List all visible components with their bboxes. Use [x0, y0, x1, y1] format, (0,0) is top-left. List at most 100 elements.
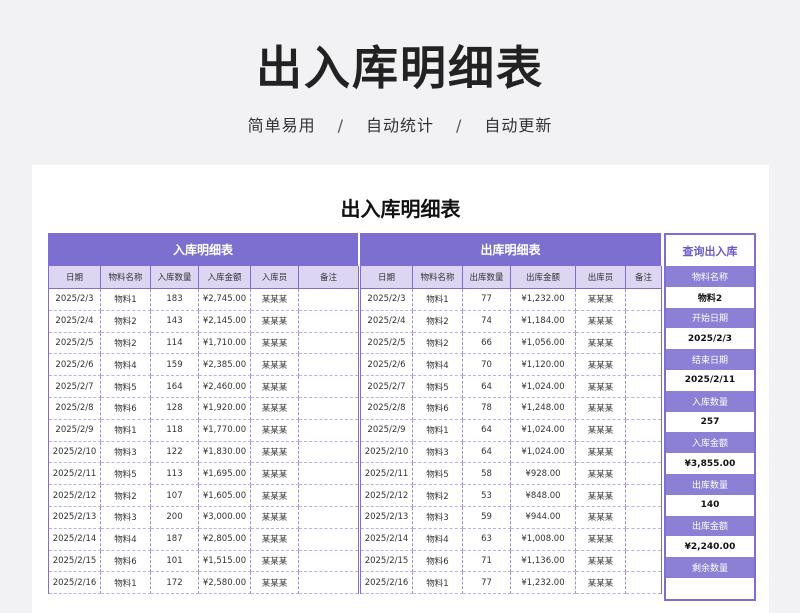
table-cell[interactable]: ¥2,745.00: [198, 288, 251, 311]
table-cell[interactable]: 2025/2/4: [360, 310, 413, 333]
table-cell[interactable]: ¥1,184.00: [510, 310, 576, 333]
table-cell[interactable]: 2025/2/12: [360, 484, 413, 507]
table-cell[interactable]: 某某某: [250, 353, 299, 377]
query-value[interactable]: 2025/2/3: [666, 328, 754, 350]
table-cell[interactable]: 某某某: [250, 310, 299, 333]
table-cell[interactable]: 物料6: [100, 397, 151, 420]
table-cell[interactable]: 2025/2/14: [360, 528, 413, 551]
table-cell[interactable]: [298, 571, 359, 595]
table-cell[interactable]: 2025/2/13: [360, 506, 413, 529]
table-cell[interactable]: 64: [462, 441, 511, 464]
table-cell[interactable]: 77: [462, 288, 511, 311]
table-cell[interactable]: 物料3: [412, 441, 463, 464]
table-cell[interactable]: 2025/2/16: [360, 571, 413, 595]
table-cell[interactable]: 物料5: [412, 375, 463, 398]
table-cell[interactable]: 2025/2/16: [48, 571, 101, 595]
table-cell[interactable]: ¥1,136.00: [510, 550, 576, 573]
table-cell[interactable]: ¥2,805.00: [198, 528, 251, 551]
table-cell[interactable]: [298, 419, 359, 442]
table-cell[interactable]: 2025/2/7: [360, 375, 413, 398]
table-cell[interactable]: 58: [462, 462, 511, 486]
table-cell[interactable]: 某某某: [250, 506, 299, 529]
table-cell[interactable]: ¥1,056.00: [510, 332, 576, 355]
table-cell[interactable]: 2025/2/10: [48, 441, 101, 464]
table-cell[interactable]: 114: [150, 332, 199, 355]
table-cell[interactable]: [298, 484, 359, 507]
table-cell[interactable]: 某某某: [250, 441, 299, 464]
table-cell[interactable]: 物料2: [412, 484, 463, 507]
table-cell[interactable]: 某某某: [250, 528, 299, 551]
table-cell[interactable]: 物料5: [100, 462, 151, 486]
table-cell[interactable]: 某某某: [250, 397, 299, 420]
table-cell[interactable]: 200: [150, 506, 199, 529]
table-cell[interactable]: 物料2: [412, 310, 463, 333]
table-cell[interactable]: 2025/2/6: [360, 353, 413, 377]
table-cell[interactable]: 2025/2/3: [360, 288, 413, 311]
table-cell[interactable]: ¥1,024.00: [510, 419, 576, 442]
table-cell[interactable]: ¥1,605.00: [198, 484, 251, 507]
table-cell[interactable]: 物料5: [100, 375, 151, 398]
table-cell[interactable]: 2025/2/9: [48, 419, 101, 442]
table-cell[interactable]: 2025/2/6: [48, 353, 101, 377]
table-cell[interactable]: 物料3: [412, 506, 463, 529]
table-cell[interactable]: 2025/2/15: [48, 550, 101, 573]
table-cell[interactable]: ¥1,024.00: [510, 375, 576, 398]
table-cell[interactable]: [625, 462, 662, 486]
table-cell[interactable]: [625, 288, 662, 311]
table-cell[interactable]: 172: [150, 571, 199, 595]
table-cell[interactable]: ¥1,515.00: [198, 550, 251, 573]
table-cell[interactable]: 物料4: [412, 528, 463, 551]
table-cell[interactable]: [625, 332, 662, 355]
table-cell[interactable]: 2025/2/15: [360, 550, 413, 573]
table-cell[interactable]: 2025/2/5: [360, 332, 413, 355]
table-cell[interactable]: [298, 550, 359, 573]
table-cell[interactable]: 某某某: [250, 375, 299, 398]
table-cell[interactable]: 66: [462, 332, 511, 355]
table-cell[interactable]: 某某某: [250, 550, 299, 573]
table-cell[interactable]: [625, 375, 662, 398]
table-cell[interactable]: 64: [462, 375, 511, 398]
table-cell[interactable]: 某某某: [575, 571, 626, 595]
table-cell[interactable]: ¥2,145.00: [198, 310, 251, 333]
table-cell[interactable]: 2025/2/14: [48, 528, 101, 551]
table-cell[interactable]: ¥3,000.00: [198, 506, 251, 529]
table-cell[interactable]: 2025/2/10: [360, 441, 413, 464]
table-cell[interactable]: 物料2: [100, 484, 151, 507]
table-cell[interactable]: 物料1: [100, 419, 151, 442]
table-cell[interactable]: 物料6: [100, 550, 151, 573]
table-cell[interactable]: 物料6: [412, 397, 463, 420]
table-cell[interactable]: 物料2: [100, 332, 151, 355]
table-cell[interactable]: 113: [150, 462, 199, 486]
table-cell[interactable]: 71: [462, 550, 511, 573]
table-cell[interactable]: 物料4: [100, 528, 151, 551]
table-cell[interactable]: ¥1,232.00: [510, 288, 576, 311]
table-cell[interactable]: 某某某: [575, 506, 626, 529]
table-cell[interactable]: 2025/2/8: [48, 397, 101, 420]
table-cell[interactable]: 物料2: [412, 332, 463, 355]
table-cell[interactable]: 183: [150, 288, 199, 311]
table-cell[interactable]: 118: [150, 419, 199, 442]
table-cell[interactable]: [298, 462, 359, 486]
table-cell[interactable]: ¥1,830.00: [198, 441, 251, 464]
table-cell[interactable]: 143: [150, 310, 199, 333]
query-value[interactable]: 2025/2/11: [666, 369, 754, 391]
table-cell[interactable]: [298, 332, 359, 355]
table-cell[interactable]: 2025/2/12: [48, 484, 101, 507]
table-cell[interactable]: ¥1,024.00: [510, 441, 576, 464]
table-cell[interactable]: 2025/2/4: [48, 310, 101, 333]
table-cell[interactable]: [298, 441, 359, 464]
table-cell[interactable]: 某某某: [575, 332, 626, 355]
table-cell[interactable]: 物料1: [100, 571, 151, 595]
table-cell[interactable]: 物料6: [412, 550, 463, 573]
table-cell[interactable]: 物料4: [412, 353, 463, 377]
table-cell[interactable]: [625, 506, 662, 529]
table-cell[interactable]: ¥1,695.00: [198, 462, 251, 486]
table-cell[interactable]: 2025/2/11: [360, 462, 413, 486]
table-cell[interactable]: [298, 375, 359, 398]
table-cell[interactable]: 某某某: [575, 397, 626, 420]
table-cell[interactable]: 某某某: [575, 419, 626, 442]
table-cell[interactable]: [298, 506, 359, 529]
table-cell[interactable]: ¥928.00: [510, 462, 576, 486]
table-cell[interactable]: ¥1,120.00: [510, 353, 576, 377]
table-cell[interactable]: ¥2,460.00: [198, 375, 251, 398]
